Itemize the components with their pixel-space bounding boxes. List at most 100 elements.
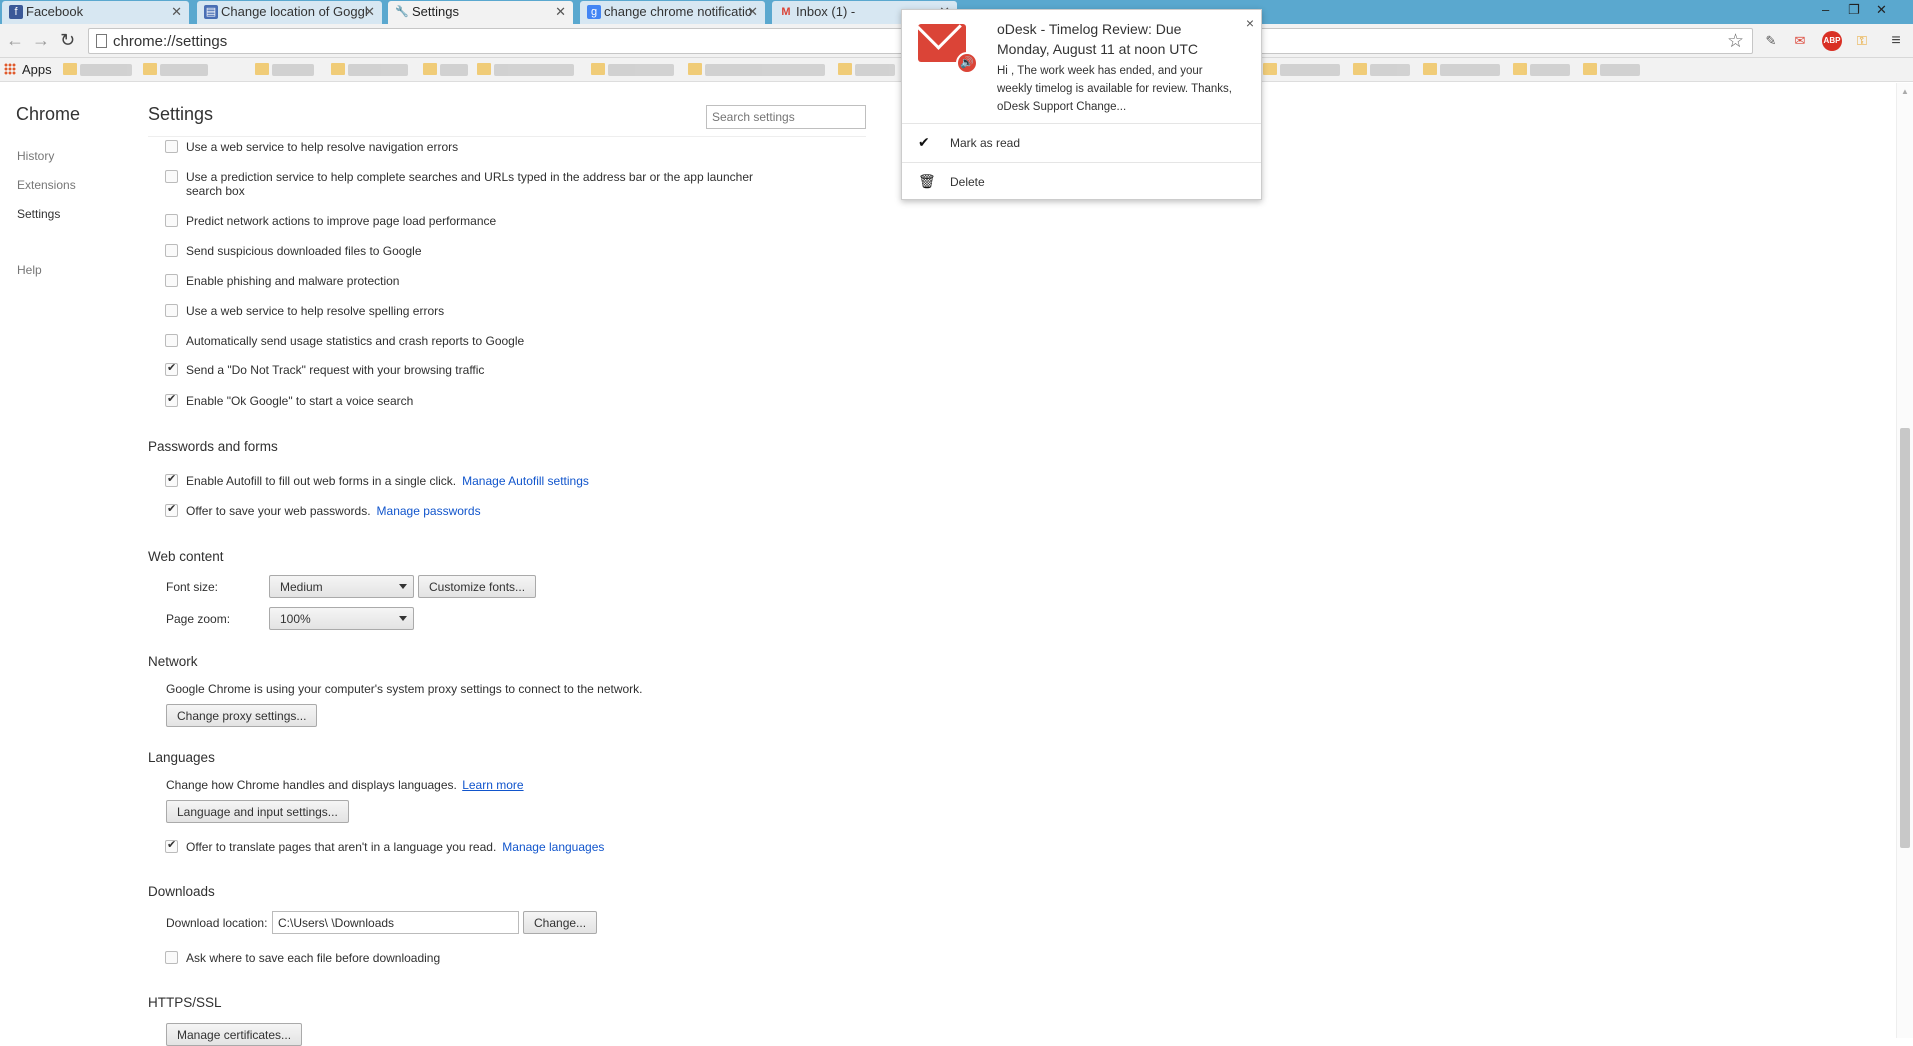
languages-description: Change how Chrome handles and displays l… [166,778,524,792]
checkbox-box[interactable] [165,214,178,227]
checkbox-box[interactable] [165,951,178,964]
section-title-downloads: Downloads [148,884,215,899]
manage-certificates-button[interactable]: Manage certificates... [166,1023,303,1046]
notification-divider [902,162,1261,163]
notification-body: Hi , The work week has ended, and your w… [997,65,1233,113]
change-download-location-button[interactable]: Change... [523,911,598,934]
header-divider [148,136,866,137]
tab-label: Inbox (1) - [796,4,856,19]
tab-settings[interactable]: 🔧 Settings ✕ [388,1,573,24]
close-icon[interactable]: × [1246,15,1254,31]
download-location-label: Download location: [166,916,268,930]
bookmark-folder[interactable] [423,63,468,76]
manage-passwords-link[interactable]: Manage passwords [377,504,481,518]
bookmark-folder[interactable] [255,63,314,76]
close-icon[interactable]: ✕ [555,4,566,20]
checkbox-box-checked[interactable] [165,392,178,407]
bookmark-folder[interactable] [63,63,132,76]
checkbox-box-checked[interactable] [165,361,178,376]
wrench-icon: 🔧 [395,6,409,18]
language-input-settings-button[interactable]: Language and input settings... [166,800,349,823]
sidebar-item-settings[interactable]: Settings [17,207,60,221]
tab-change-chrome-notification[interactable]: g change chrome notificatio ✕ [580,1,765,24]
bookmark-folder[interactable] [477,63,574,76]
url-text: chrome://settings [113,33,228,50]
manage-languages-link[interactable]: Manage languages [502,840,604,854]
checkbox-box[interactable] [165,334,178,347]
page-zoom-label: Page zoom: [166,612,231,626]
delete-button[interactable]: Delete [950,175,985,189]
speaker-icon: 🔊 [956,52,978,74]
bookmark-folder[interactable] [1353,63,1410,76]
sidebar-item-help[interactable]: Help [17,263,42,277]
settings-page: Chrome History Extensions Settings Help … [0,83,1913,1046]
tab-label: Change location of Goggl [221,4,368,19]
bookmark-folder[interactable] [688,63,825,76]
bookmark-folder[interactable] [838,63,895,76]
checkbox-box-checked[interactable] [165,472,178,487]
restore-icon[interactable]: ❐ [1848,2,1860,18]
close-icon[interactable]: ✕ [747,4,758,20]
reload-icon[interactable]: ↻ [60,30,75,51]
mark-as-read-button[interactable]: Mark as read [950,136,1020,150]
checkbox-box[interactable] [165,274,178,287]
bookmark-folder[interactable] [143,63,208,76]
close-icon[interactable]: ✕ [171,4,182,20]
scroll-up-icon[interactable]: ▲ [1901,87,1909,96]
trash-icon: 🗑 [918,173,936,189]
apps-button[interactable]: Apps [4,62,52,77]
gmail-extension-icon[interactable]: ✉ [1790,31,1810,51]
checkbox-box[interactable] [165,140,178,153]
google-icon: g [587,5,601,19]
sidebar-title: Chrome [16,104,81,124]
learn-more-link[interactable]: Learn more [462,778,523,792]
adblock-plus-icon[interactable]: ABP [1822,31,1842,51]
change-proxy-button[interactable]: Change proxy settings... [166,704,318,727]
checkbox-box-checked[interactable] [165,838,178,853]
section-title-https: HTTPS/SSL [148,995,222,1010]
checkbox-box[interactable] [165,244,178,257]
page-zoom-select[interactable]: 100% [269,607,414,630]
scrollbar-thumb[interactable] [1900,428,1910,848]
page-scrollbar[interactable]: ▲ [1896,83,1913,1038]
dropdown-arrow-icon [399,584,407,589]
minimize-icon[interactable]: – [1822,2,1829,17]
bookmark-folder[interactable] [1423,63,1500,76]
manage-autofill-link[interactable]: Manage Autofill settings [462,474,589,488]
tab-facebook[interactable]: f Facebook ✕ [2,1,189,24]
font-size-label: Font size: [166,580,219,594]
tab-change-location[interactable]: ▤ Change location of Goggl ✕ [197,1,382,24]
sidebar-item-history[interactable]: History [17,149,54,163]
font-size-select[interactable]: Medium [269,575,414,598]
download-location-input[interactable]: C:\Users\ \Downloads [272,911,519,934]
close-window-icon[interactable]: ✕ [1876,2,1887,18]
notification-popup: 🔊 oDesk - Timelog Review: Due Monday, Au… [901,9,1262,200]
checkbox-box-checked[interactable] [165,502,178,517]
checkbox-box[interactable] [165,170,178,183]
back-arrow-icon[interactable]: ← [6,30,24,51]
checkmark-icon: ✔ [918,134,930,150]
sidebar-item-extensions[interactable]: Extensions [17,178,76,192]
bookmark-folder[interactable] [591,63,674,76]
checkbox-box[interactable] [165,304,178,317]
page-icon [96,34,107,48]
bookmark-folder[interactable] [1583,63,1640,76]
bookmark-folder[interactable] [331,63,408,76]
bookmark-folder[interactable] [1513,63,1570,76]
tab-label: change chrome notificatio [604,4,753,19]
key-extension-icon[interactable]: ⚿ [1852,31,1872,51]
customize-fonts-button[interactable]: Customize fonts... [418,575,537,598]
notification-title: oDesk - Timelog Review: Due Monday, Augu… [997,21,1199,57]
search-settings-input[interactable] [706,105,866,129]
bookmark-star-icon[interactable]: ☆ [1727,30,1744,53]
section-title-web-content: Web content [148,549,224,564]
forward-arrow-icon[interactable]: → [32,30,50,51]
close-icon[interactable]: ✕ [364,4,375,20]
dropdown-arrow-icon [399,616,407,621]
page-title: Settings [148,104,214,124]
eyedropper-extension-icon[interactable]: ✎ [1761,31,1781,51]
bookmark-folder[interactable] [1263,63,1340,76]
menu-icon[interactable]: ≡ [1886,31,1906,51]
section-title-languages: Languages [148,750,215,765]
gmail-icon: M [781,6,791,18]
